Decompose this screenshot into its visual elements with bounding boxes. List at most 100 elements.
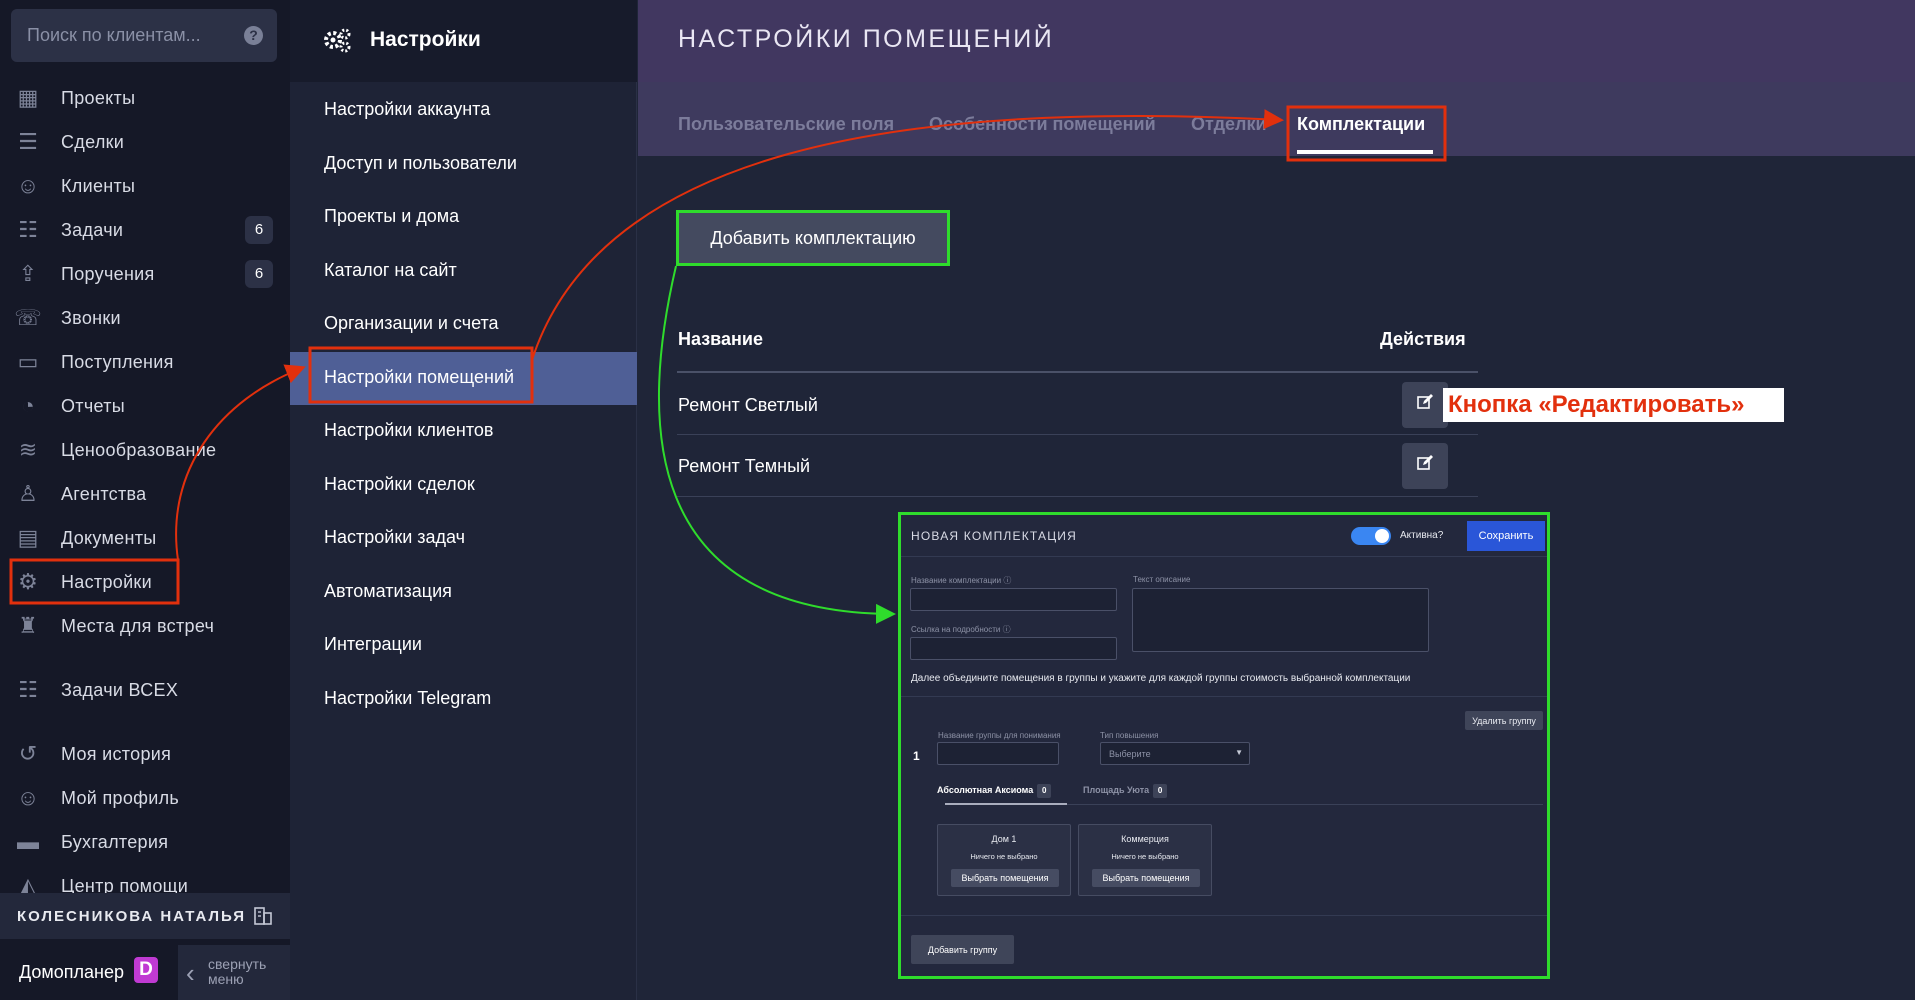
sidebar-item-label: Сделки	[61, 131, 125, 152]
kit-name-input[interactable]	[910, 588, 1117, 611]
upload-icon: ⇪	[18, 261, 38, 286]
collapse-menu-label: свернуть меню	[208, 956, 267, 987]
brand-name: Домопланер	[19, 962, 125, 982]
settings-menu-item[interactable]: Настройки помещений	[290, 351, 637, 405]
sidebar-item-label: Поручения	[61, 263, 155, 284]
agent-icon: ♙	[18, 481, 38, 506]
settings-menu-item[interactable]: Организации и счета	[290, 298, 637, 351]
sidebar-item-label: Отчеты	[61, 395, 126, 416]
handshake-icon: ☰	[18, 129, 38, 154]
edit-button[interactable]	[1402, 382, 1448, 428]
raise-type-select[interactable]: Выберите ▼	[1100, 742, 1250, 765]
settings-menu-item-label: Доступ и пользователи	[324, 152, 517, 173]
table-header-divider	[677, 371, 1478, 373]
sidebar-item[interactable]: ☷ Задачи ВСЕХ	[0, 668, 290, 712]
sidebar-item-label: Мой профиль	[61, 787, 180, 808]
settings-menu-item[interactable]: Доступ и пользователи	[290, 138, 637, 191]
collapse-menu-button[interactable]: ‹ свернуть меню	[178, 945, 290, 1000]
kit-name-label: Название комплектации ⓘ	[911, 576, 1012, 585]
settings-menu-item-label: Автоматизация	[324, 580, 452, 601]
tab-kits[interactable]: Комплектации	[1297, 114, 1425, 135]
edit-button-callout: Кнопка «Редактировать»	[1443, 388, 1784, 422]
active-toggle[interactable]	[1351, 527, 1391, 545]
sidebar-item[interactable]: ♜ Места для встреч	[0, 604, 290, 648]
profile-icon: ☺	[16, 785, 40, 810]
details-link-input[interactable]	[910, 637, 1117, 660]
save-button[interactable]: Сохранить	[1467, 521, 1545, 551]
row-divider	[677, 496, 1478, 497]
page-tabs: Пользовательские поля Особенности помеще…	[638, 82, 1915, 156]
house-card: Дом 1 Ничего не выбрано Выбрать помещени…	[937, 824, 1071, 896]
description-textarea[interactable]	[1132, 588, 1429, 652]
settings-menu-item[interactable]: Настройки задач	[290, 512, 637, 565]
accounting-icon: ▬	[17, 829, 39, 854]
tab-custom-fields[interactable]: Пользовательские поля	[678, 114, 894, 135]
column-header-actions: Действия	[1380, 329, 1466, 349]
groups-instruction: Далее объедините помещения в группы и ук…	[911, 673, 1411, 684]
select-rooms-button[interactable]: Выбрать помещения	[1092, 869, 1200, 887]
meeting-place-icon: ♜	[18, 613, 38, 638]
sidebar-item[interactable]: ☰ Сделки	[0, 120, 290, 164]
brand[interactable]: Домопланер D	[0, 945, 178, 1000]
tab-count: 0	[1037, 784, 1052, 798]
settings-menu-title: Настройки	[370, 28, 481, 51]
delete-group-button[interactable]: Удалить группу	[1465, 711, 1543, 730]
settings-menu-item[interactable]: Настройки сделок	[290, 459, 637, 512]
settings-menu-item-label: Настройки сделок	[324, 473, 475, 494]
brand-logo-icon: D	[134, 957, 158, 983]
sidebar-item[interactable]: ⇪ Поручения 6	[0, 252, 290, 296]
row-name: Ремонт Светлый	[678, 395, 818, 415]
settings-menu-item[interactable]: Каталог на сайт	[290, 245, 637, 298]
chevron-down-icon: ▼	[1235, 748, 1243, 757]
settings-menu-item[interactable]: Настройки Telegram	[290, 673, 637, 726]
settings-menu-item[interactable]: Автоматизация	[290, 566, 637, 619]
add-kit-button[interactable]: Добавить комплектацию	[676, 210, 950, 266]
settings-menu-item-label: Настройки помещений	[324, 366, 515, 387]
building-icon[interactable]	[252, 904, 274, 926]
sidebar-item[interactable]: ⚙ Настройки	[0, 560, 290, 604]
select-rooms-button[interactable]: Выбрать помещения	[951, 869, 1059, 887]
tab-project-1[interactable]: Абсолютная Аксиома 0	[937, 784, 1052, 798]
sidebar-item[interactable]: ◔ Отчеты	[0, 384, 290, 428]
tab-project-2[interactable]: Площадь Уюта 0	[1083, 784, 1168, 798]
tab-room-features[interactable]: Особенности помещений	[929, 114, 1156, 135]
buildings-icon: ▦	[17, 85, 39, 110]
user-name: КОЛЕСНИКОВА НАТАЛЬЯ	[17, 908, 247, 925]
settings-menu-item-label: Организации и счета	[324, 313, 499, 333]
sidebar-item[interactable]: ▬ Бухгалтерия	[0, 820, 290, 864]
sidebar-item-label: Агентства	[61, 483, 147, 504]
headset-icon: ☏	[14, 305, 42, 330]
sidebar-item[interactable]: ↺ Моя история	[0, 732, 290, 776]
add-group-button[interactable]: Добавить группу	[911, 935, 1014, 964]
sidebar-item[interactable]: ☺ Клиенты	[0, 164, 290, 208]
sidebar-item-label: Настройки	[61, 571, 152, 592]
client-search-input[interactable]	[27, 9, 237, 62]
sidebar-item[interactable]: ▭ Поступления	[0, 340, 290, 384]
tab-finishes[interactable]: Отделки	[1191, 114, 1267, 135]
details-link-label: Ссылка на подробности ⓘ	[911, 625, 1011, 634]
user-bar[interactable]: КОЛЕСНИКОВА НАТАЛЬЯ	[0, 893, 290, 939]
help-icon[interactable]: ?	[244, 26, 263, 45]
sidebar-item[interactable]: ☷ Задачи 6	[0, 208, 290, 252]
settings-menu-item[interactable]: Настройки аккаунта	[290, 84, 637, 137]
settings-menu-item[interactable]: Интеграции	[290, 619, 637, 672]
sidebar-item[interactable]: ▦ Проекты	[0, 76, 290, 120]
settings-menu-item[interactable]: Проекты и дома	[290, 191, 637, 244]
sidebar-item[interactable]: ☏ Звонки	[0, 296, 290, 340]
gear-icon: ⚙	[18, 569, 38, 594]
edit-button[interactable]	[1402, 443, 1448, 489]
settings-menu-item[interactable]: Настройки клиентов	[290, 405, 637, 458]
settings-menu-item-label: Настройки Telegram	[324, 687, 492, 708]
sidebar-item-label: Моя история	[61, 743, 172, 764]
sidebar-item[interactable]: ☺ Мой профиль	[0, 776, 290, 820]
group-divider	[901, 915, 1547, 916]
house-name: Коммерция	[1121, 834, 1169, 844]
sidebar-item[interactable]: ♙ Агентства	[0, 472, 290, 516]
sidebar-item-label: Документы	[61, 527, 157, 548]
form-header-divider	[901, 556, 1547, 557]
group-name-input[interactable]	[937, 742, 1059, 765]
chevron-left-icon: ‹	[186, 958, 195, 988]
sidebar-item[interactable]: ≋ Ценообразование	[0, 428, 290, 472]
sidebar-item[interactable]: ▤ Документы	[0, 516, 290, 560]
main-sidebar: ? ▦ Проекты ☰ Сделки ☺ Клиенты ☷ Задачи 6 ⇪ Поруче…	[0, 0, 290, 1000]
